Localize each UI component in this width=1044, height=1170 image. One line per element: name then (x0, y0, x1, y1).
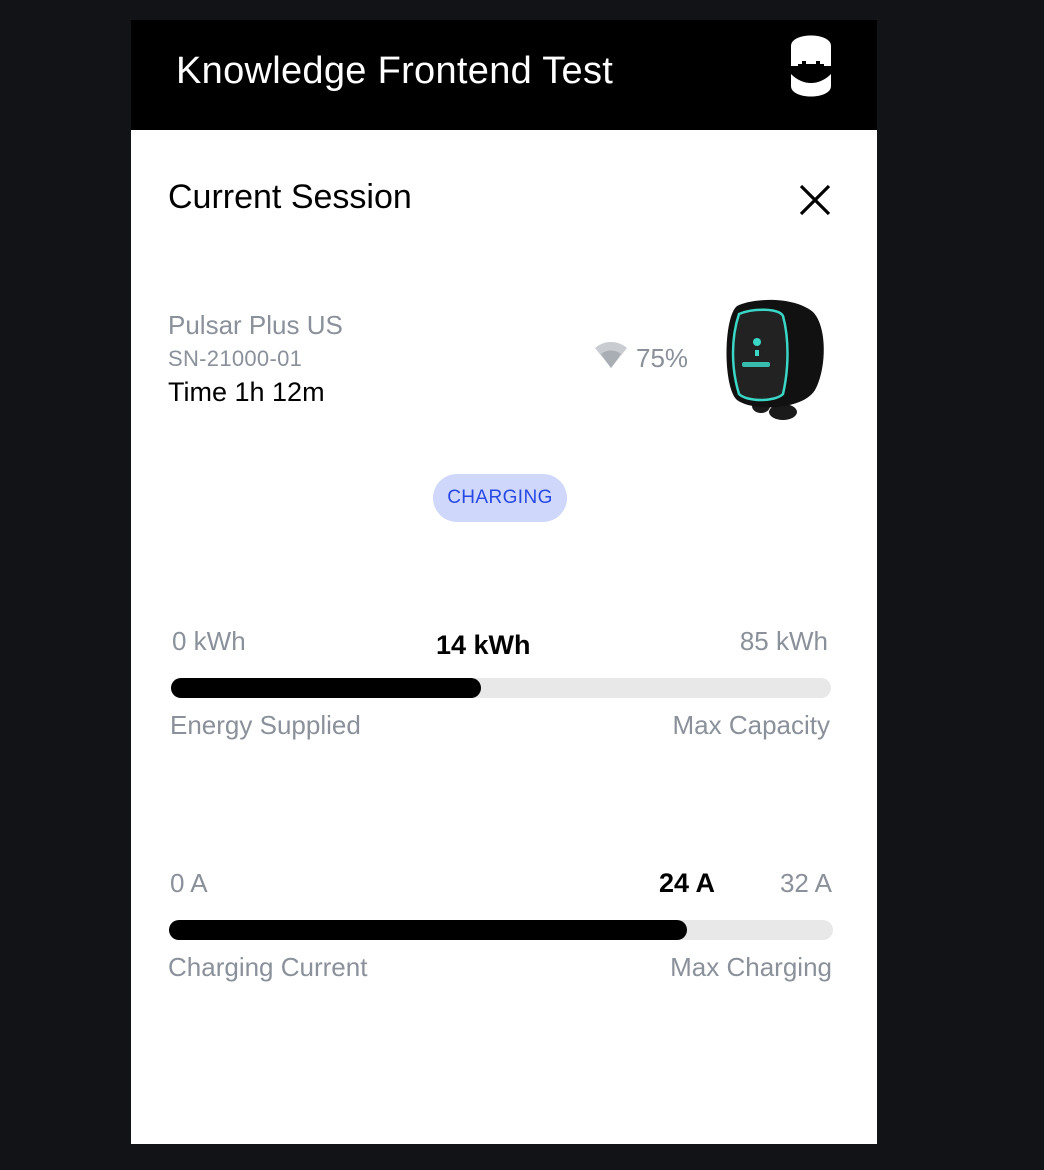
energy-max-label: 85 kWh (739, 626, 828, 656)
energy-progress-bar (171, 678, 831, 698)
charging-current-caption: Charging Current (168, 952, 368, 982)
current-progress-bar (169, 920, 833, 940)
charger-serial: SN-21000-01 (168, 346, 303, 371)
wifi-icon (595, 342, 627, 368)
energy-min-label: 0 kWh (172, 626, 246, 656)
signal-strength: 75% (636, 343, 689, 373)
energy-supplied-caption: Energy Supplied (170, 710, 361, 740)
current-max-label: 32 A (779, 868, 832, 898)
app-window: Knowledge Frontend Test Current Session … (131, 20, 877, 1144)
session-time: Time 1h 12m (168, 377, 325, 407)
app-header: Knowledge Frontend Test (131, 20, 877, 130)
charger-name: Pulsar Plus US (168, 310, 343, 340)
session-title: Current Session (168, 178, 412, 216)
current-current-label: 24 A (659, 868, 716, 898)
max-capacity-caption: Max Capacity (672, 710, 831, 740)
energy-current-label: 14 kWh (436, 630, 531, 660)
status-badge: CHARGING (433, 474, 567, 522)
max-charging-caption: Max Charging (670, 952, 832, 982)
current-min-label: 0 A (170, 868, 208, 898)
app-title: Knowledge Frontend Test (176, 50, 614, 92)
close-icon[interactable] (797, 182, 833, 218)
energy-progress-fill (171, 678, 482, 698)
wallbox-logo-icon (791, 35, 831, 97)
wallbox-charger-device (726, 299, 824, 420)
current-progress-fill (169, 920, 687, 940)
